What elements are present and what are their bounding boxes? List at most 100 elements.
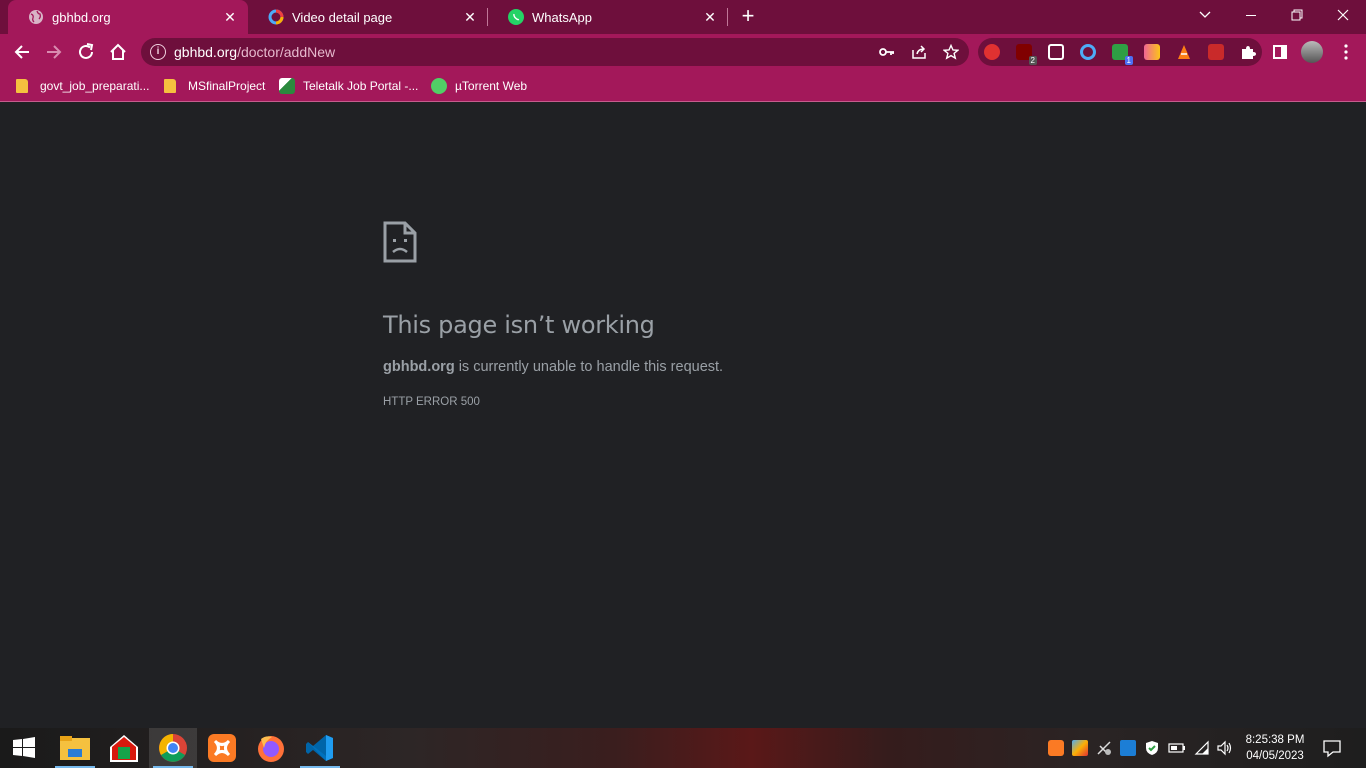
close-tab-icon[interactable]: ✕ bbox=[222, 9, 238, 25]
window-icon[interactable] bbox=[1048, 44, 1064, 60]
w-icon[interactable] bbox=[1144, 44, 1160, 60]
tray-xampp-icon[interactable] bbox=[1048, 740, 1064, 756]
profile-button[interactable] bbox=[1300, 40, 1324, 64]
minimize-icon bbox=[1246, 14, 1256, 16]
book-icon[interactable] bbox=[1208, 44, 1224, 60]
ring-icon[interactable] bbox=[1080, 44, 1096, 60]
error-title: This page isn’t working bbox=[383, 311, 655, 339]
reload-button[interactable] bbox=[74, 40, 98, 64]
side-panel-button[interactable] bbox=[1268, 40, 1292, 64]
tab-strip: gbhbd.org ✕ Video detail page ✕ WhatsApp… bbox=[0, 0, 1366, 34]
avatar bbox=[1301, 41, 1323, 63]
url-text[interactable]: gbhbd.org/doctor/addNew bbox=[174, 44, 335, 60]
close-window-button[interactable] bbox=[1320, 0, 1366, 30]
url-host: gbhbd.org bbox=[174, 44, 238, 60]
taskbar: 8:25:38 PM 04/05/2023 bbox=[0, 728, 1366, 768]
taskbar-vscode[interactable] bbox=[296, 728, 344, 768]
chrome-icon bbox=[159, 734, 187, 762]
firefox-icon bbox=[258, 736, 284, 762]
back-button[interactable] bbox=[10, 40, 34, 64]
extensions-panel: 2 1 bbox=[978, 38, 1262, 66]
forward-button[interactable] bbox=[42, 40, 66, 64]
share-icon[interactable] bbox=[909, 42, 929, 62]
extension-badge: 2 bbox=[1028, 56, 1037, 65]
key-icon[interactable] bbox=[877, 42, 897, 62]
url-path: /doctor/addNew bbox=[237, 44, 336, 60]
home-button[interactable] bbox=[106, 40, 130, 64]
taskbar-chrome[interactable] bbox=[149, 728, 197, 768]
whatsapp-icon bbox=[508, 9, 524, 25]
folder-icon bbox=[16, 79, 28, 93]
new-tab-button[interactable]: + bbox=[738, 5, 758, 27]
start-icon bbox=[13, 737, 35, 758]
close-icon bbox=[1337, 9, 1349, 21]
bookmark-govt-job[interactable]: govt_job_preparati... bbox=[16, 77, 149, 95]
tab-title: gbhbd.org bbox=[52, 9, 111, 25]
site-info-icon[interactable]: i bbox=[150, 44, 166, 60]
close-tab-icon[interactable]: ✕ bbox=[462, 9, 478, 25]
volume-icon[interactable] bbox=[1216, 740, 1232, 756]
tab-gbhbd[interactable]: gbhbd.org ✕ bbox=[8, 0, 248, 34]
notification-center-button[interactable] bbox=[1322, 738, 1342, 758]
error-message: is currently unable to handle this reque… bbox=[454, 359, 724, 375]
folder-icon bbox=[164, 79, 176, 93]
tray-network-tool-icon[interactable] bbox=[1096, 740, 1112, 756]
error-description: gbhbd.org is currently unable to handle … bbox=[383, 359, 723, 375]
reload-icon bbox=[79, 43, 94, 59]
menu-button[interactable] bbox=[1334, 40, 1358, 64]
xampp-icon bbox=[208, 734, 236, 762]
taskbar-file-explorer[interactable] bbox=[51, 728, 99, 768]
browser-toolbar: i gbhbd.org/doctor/addNew 2 1 bbox=[0, 34, 1366, 70]
address-bar[interactable]: i gbhbd.org/doctor/addNew bbox=[141, 38, 969, 66]
close-tab-icon[interactable]: ✕ bbox=[702, 9, 718, 25]
tab-whatsapp[interactable]: WhatsApp ✕ bbox=[488, 0, 728, 34]
start-button[interactable] bbox=[0, 728, 48, 768]
star-icon[interactable] bbox=[941, 42, 961, 62]
green-flag-icon[interactable]: 1 bbox=[1112, 44, 1133, 65]
tab-video-detail[interactable]: Video detail page ✕ bbox=[248, 0, 488, 34]
tab-search-button[interactable] bbox=[1182, 0, 1228, 30]
clock-time: 8:25:38 PM bbox=[1245, 734, 1305, 746]
taskbar-house-app[interactable] bbox=[100, 728, 148, 768]
bookmark-label: MSfinalProject bbox=[188, 79, 266, 93]
tab-title: Video detail page bbox=[292, 9, 393, 25]
kebab-menu-icon bbox=[1344, 44, 1348, 60]
stop-hand-icon[interactable] bbox=[984, 44, 1000, 60]
utorrent-icon bbox=[431, 78, 447, 94]
speech-bubble-icon bbox=[1323, 740, 1341, 758]
bookmark-label: Teletalk Job Portal -... bbox=[303, 79, 419, 93]
bookmark-label: govt_job_preparati... bbox=[40, 79, 150, 93]
bookmark-teletalk[interactable]: Teletalk Job Portal -... bbox=[279, 77, 418, 95]
clock-date: 04/05/2023 bbox=[1246, 750, 1304, 762]
colorful-ring-icon bbox=[268, 9, 284, 25]
teletalk-icon bbox=[279, 78, 295, 94]
tray-color-icon[interactable] bbox=[1072, 740, 1088, 756]
bookmark-utorrent[interactable]: µTorrent Web bbox=[431, 77, 527, 95]
tray-monitor-icon[interactable] bbox=[1120, 740, 1136, 756]
taskbar-firefox[interactable] bbox=[247, 728, 295, 768]
arrow-right-icon bbox=[47, 45, 62, 59]
bookmarks-bar: govt_job_preparati... MSfinalProject Tel… bbox=[0, 70, 1366, 102]
bookmark-msfinalproject[interactable]: MSfinalProject bbox=[164, 77, 265, 95]
error-code: HTTP ERROR 500 bbox=[383, 396, 480, 408]
taskbar-xampp[interactable] bbox=[198, 728, 246, 768]
puzzle-icon[interactable] bbox=[1240, 44, 1256, 60]
arrow-left-icon bbox=[14, 45, 29, 59]
sad-page-icon bbox=[383, 221, 417, 263]
file-explorer-icon bbox=[60, 736, 90, 760]
cone-icon[interactable] bbox=[1176, 44, 1192, 60]
system-clock[interactable]: 8:25:38 PM 04/05/2023 bbox=[1236, 732, 1314, 764]
restore-icon bbox=[1291, 9, 1303, 21]
vscode-icon bbox=[306, 735, 333, 761]
ublock-icon[interactable]: 2 bbox=[1016, 44, 1037, 65]
error-host: gbhbd.org bbox=[383, 359, 455, 375]
tab-title: WhatsApp bbox=[532, 9, 592, 25]
globe-icon bbox=[28, 9, 44, 25]
tray-shield-icon[interactable] bbox=[1144, 740, 1160, 756]
tab-separator bbox=[727, 8, 728, 26]
restore-button[interactable] bbox=[1274, 0, 1320, 30]
minimize-button[interactable] bbox=[1228, 0, 1274, 30]
battery-icon[interactable] bbox=[1168, 740, 1185, 756]
home-icon bbox=[110, 43, 126, 60]
wifi-icon[interactable] bbox=[1194, 740, 1210, 756]
